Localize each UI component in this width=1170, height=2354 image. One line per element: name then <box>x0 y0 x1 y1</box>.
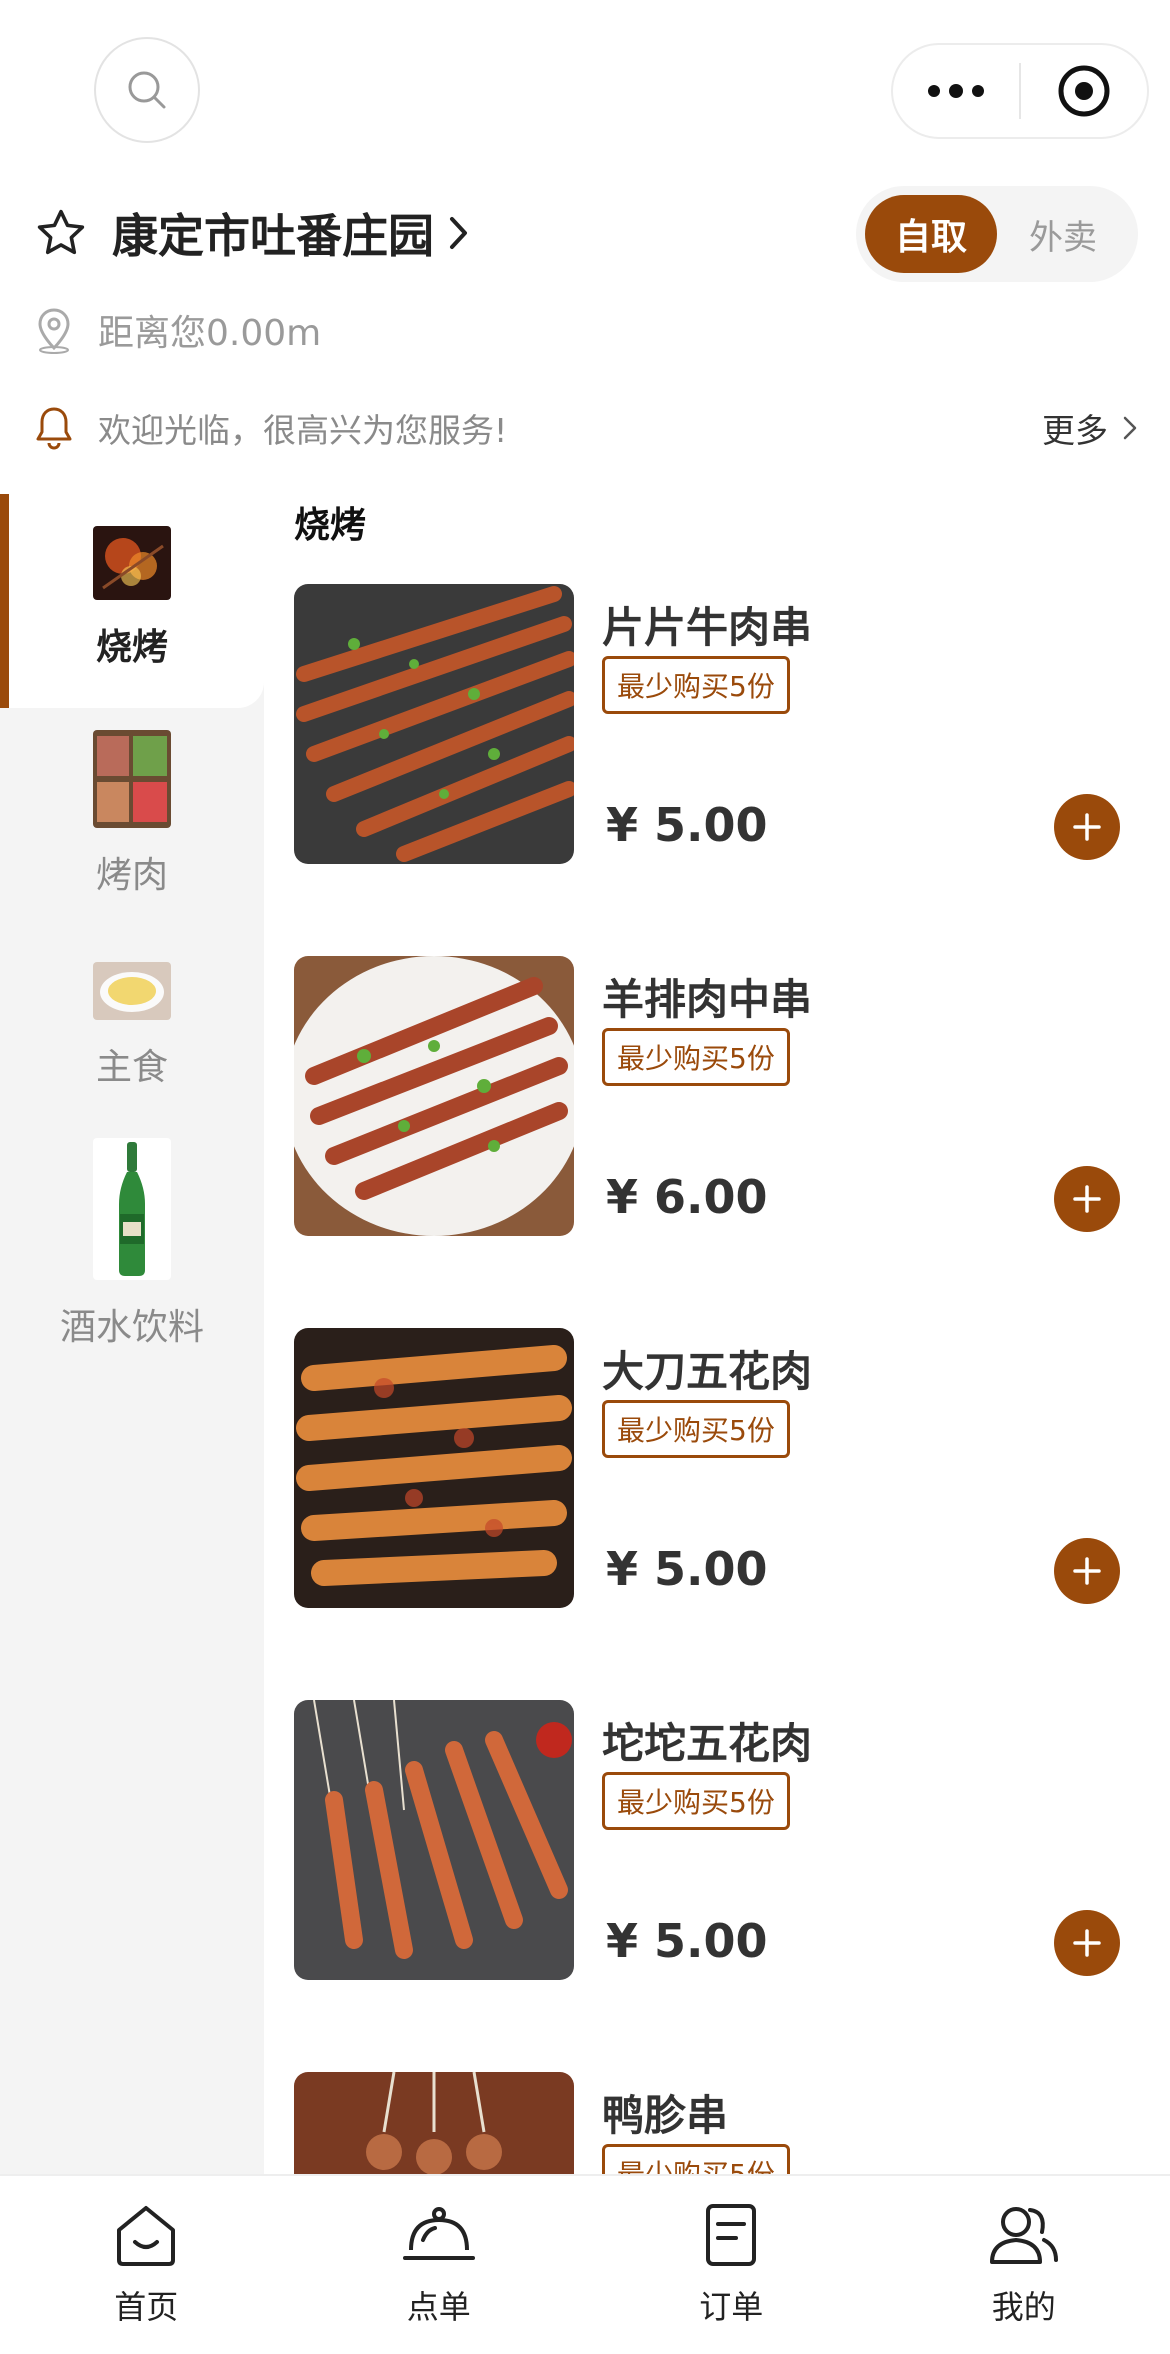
sidebar-item-drinks[interactable]: 酒水饮料 <box>0 1138 264 1368</box>
min-quantity-badge: 最少购买5份 <box>602 2144 790 2174</box>
store-title-row[interactable]: 康定市吐番庄园 <box>34 200 470 266</box>
tab-label: 订单 <box>699 2288 764 2326</box>
plus-icon <box>1073 1929 1101 1957</box>
miniprogram-capsule <box>891 43 1149 139</box>
store-name: 康定市吐番庄园 <box>112 209 434 263</box>
product-photo <box>294 1700 574 1980</box>
target-icon <box>1058 65 1110 117</box>
tab-label: 我的 <box>991 2288 1056 2326</box>
tab-home[interactable]: 首页 <box>0 2176 293 2354</box>
tab-mine[interactable]: 我的 <box>878 2176 1170 2354</box>
bottom-tab-bar: 首页 点单 订单 我的 <box>0 2174 1170 2354</box>
distance-row: 距离您0.00m <box>34 300 321 360</box>
cloche-icon <box>402 2207 475 2260</box>
product-price: ¥ 5.00 <box>606 1914 768 1968</box>
product-name: 大刀五花肉 <box>602 1347 813 1396</box>
product-name: 片片牛肉串 <box>602 603 813 652</box>
product-name: 羊排肉中串 <box>602 975 813 1024</box>
product-price: ¥ 5.00 <box>606 798 768 852</box>
add-to-cart-button[interactable] <box>1054 1538 1120 1604</box>
search-button[interactable] <box>94 37 200 143</box>
active-indicator <box>0 494 9 708</box>
product-photo <box>294 956 574 1236</box>
beer-bottle-thumbnail <box>93 1138 171 1280</box>
chevron-right-icon <box>450 217 467 249</box>
more-dots-icon <box>928 84 984 98</box>
product-price: ¥ 5.00 <box>606 1542 768 1596</box>
notice-more-link[interactable]: 更多 <box>1042 404 1138 452</box>
search-icon <box>128 71 166 109</box>
product-photo <box>294 2072 574 2174</box>
product-name: 坨坨五花肉 <box>602 1719 813 1768</box>
notice-text: 欢迎光临，很高兴为您服务! <box>98 411 508 450</box>
tab-label: 点单 <box>406 2288 471 2326</box>
grilled-meat-thumbnail <box>93 730 171 828</box>
tab-label: 首页 <box>114 2288 179 2326</box>
sidebar-item-label: 主食 <box>95 1047 168 1088</box>
product-photo <box>294 584 574 864</box>
sidebar-item-staple[interactable]: 主食 <box>0 962 264 1132</box>
product-card[interactable]: 片片牛肉串 最少购买5份 ¥ 5.00 <box>294 584 1124 864</box>
tab-order-food[interactable]: 点单 <box>293 2176 586 2354</box>
users-icon <box>989 2207 1058 2264</box>
notice-more-label: 更多 <box>1042 411 1108 450</box>
pickup-mode-button[interactable]: 自取 <box>865 195 997 273</box>
delivery-mode-button[interactable]: 外卖 <box>997 210 1129 259</box>
favorite-star-icon[interactable] <box>34 206 88 260</box>
min-quantity-badge: 最少购买5份 <box>602 656 790 714</box>
product-card[interactable]: 坨坨五花肉 最少购买5份 ¥ 5.00 <box>294 1700 1124 1980</box>
sidebar-item-label: 烤肉 <box>95 855 168 896</box>
add-to-cart-button[interactable] <box>1054 1166 1120 1232</box>
sidebar-item-label: 酒水饮料 <box>59 1307 204 1348</box>
min-quantity-badge: 最少购买5份 <box>602 1400 790 1458</box>
location-pin-icon <box>38 308 70 354</box>
min-quantity-badge: 最少购买5份 <box>602 1772 790 1830</box>
sidebar-item-label: 烧烤 <box>95 627 168 668</box>
bbq-thumbnail <box>93 526 171 600</box>
more-menu-button[interactable] <box>893 45 1019 137</box>
order-mode-toggle: 自取 外卖 <box>856 186 1138 282</box>
product-name: 鸭胗串 <box>602 2091 729 2140</box>
sidebar-item-grilled-meat[interactable]: 烤肉 <box>0 730 264 920</box>
product-card[interactable]: 羊排肉中串 最少购买5份 ¥ 6.00 <box>294 956 1124 1236</box>
min-quantity-badge: 最少购买5份 <box>602 1028 790 1086</box>
order-icon <box>706 2204 757 2266</box>
add-to-cart-button[interactable] <box>1054 794 1120 860</box>
chevron-right-icon <box>1123 416 1137 440</box>
add-to-cart-button[interactable] <box>1054 1910 1120 1976</box>
home-icon <box>117 2206 176 2266</box>
product-price: ¥ 6.00 <box>606 1170 768 1224</box>
product-photo <box>294 1328 574 1608</box>
staple-food-thumbnail <box>93 962 171 1020</box>
bell-icon <box>36 407 72 450</box>
category-sidebar: 烧烤 烤肉 主食 酒水饮料 <box>0 494 264 2174</box>
notice-bar: 欢迎光临，很高兴为您服务! 更多 <box>34 398 1138 458</box>
product-card[interactable]: 大刀五花肉 最少购买5份 ¥ 5.00 <box>294 1328 1124 1608</box>
product-card[interactable]: 鸭胗串 最少购买5份 <box>294 2072 1124 2174</box>
section-title: 烧烤 <box>294 505 367 546</box>
sidebar-item-bbq[interactable]: 烧烤 <box>0 494 264 708</box>
plus-icon <box>1073 1557 1101 1585</box>
tab-orders[interactable]: 订单 <box>585 2176 878 2354</box>
distance-text: 距离您0.00m <box>98 313 322 354</box>
plus-icon <box>1073 813 1101 841</box>
plus-icon <box>1073 1185 1101 1213</box>
close-miniprogram-button[interactable] <box>1021 45 1147 137</box>
